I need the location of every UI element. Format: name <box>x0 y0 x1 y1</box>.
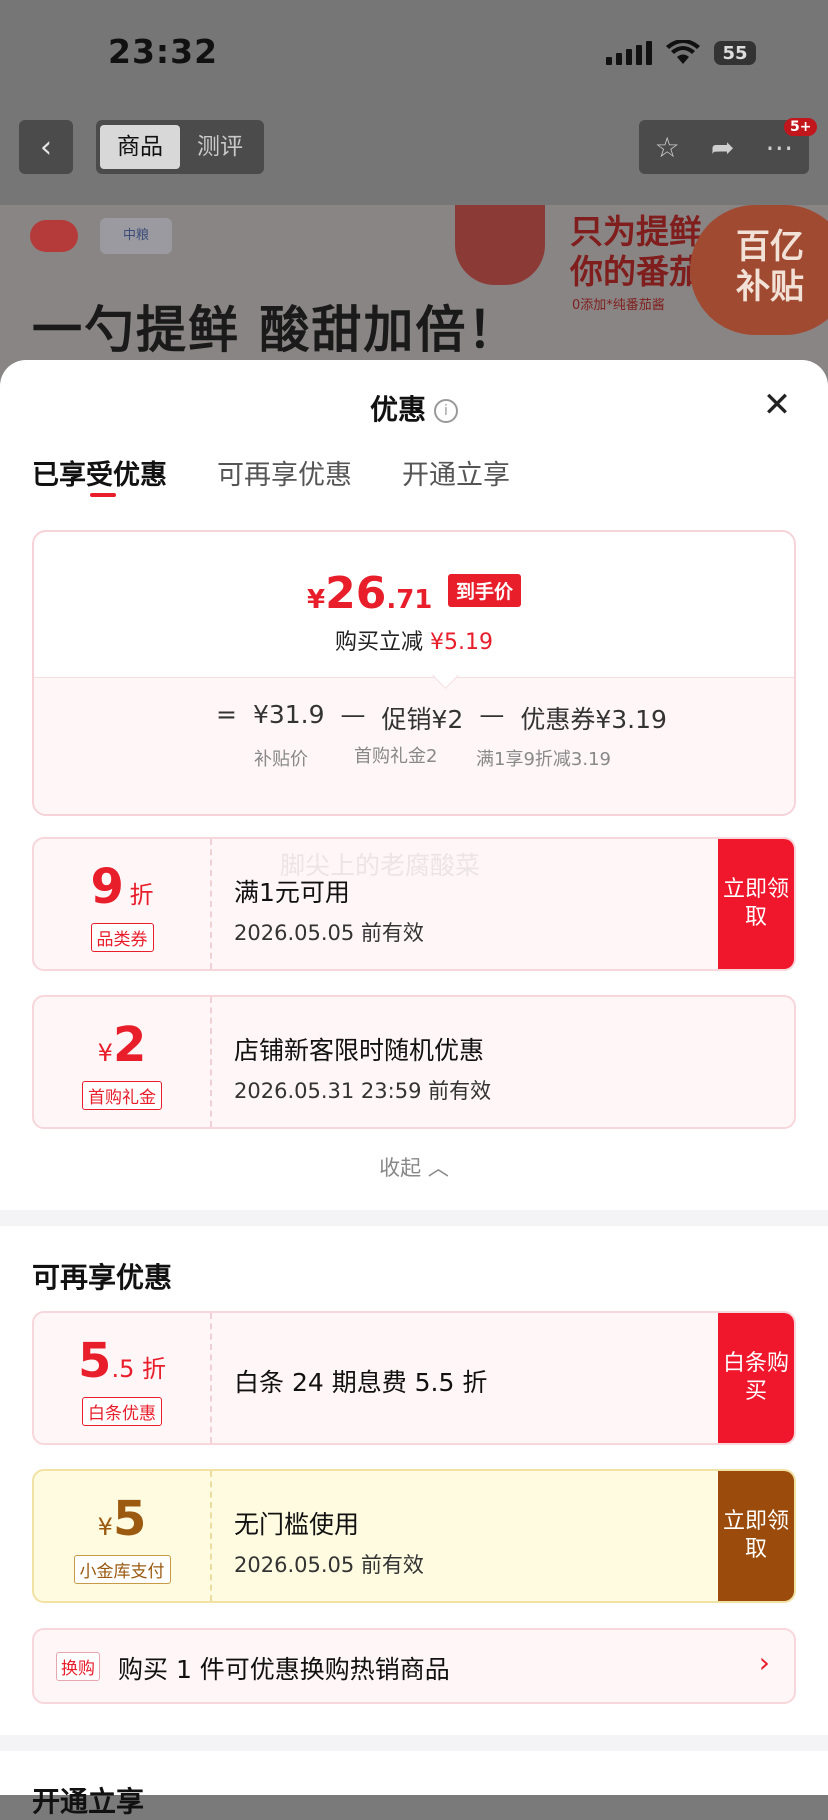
swap-deal-row[interactable]: 换购 购买 1 件可优惠换购热销商品 › <box>32 1628 796 1704</box>
banner-headline: 只为提鲜 你的番茄 <box>570 212 702 291</box>
tab-activate[interactable]: 开通立享 <box>402 453 510 492</box>
base-price-label: 补贴价 <box>254 749 308 770</box>
tab-review[interactable]: 测评 <box>180 125 260 169</box>
brand-logo <box>30 220 78 252</box>
coupon-amount: 5.5 折 <box>78 1333 166 1389</box>
subsidy-badge: 百亿 补贴 <box>690 205 828 335</box>
coupon-type-tag: 品类券 <box>90 923 154 952</box>
reduce-text: 购买立减 ¥5.19 <box>335 630 493 655</box>
status-icons: 55 <box>606 40 756 66</box>
coupon-amount: ¥2 <box>97 1017 147 1073</box>
coupon-type-tag: 白条优惠 <box>82 1397 162 1426</box>
header-tab-switch: 商品 测评 <box>96 120 264 174</box>
coupon-amount: ¥5 <box>97 1491 147 1547</box>
coupon-date: 2026.05.05 前有效 <box>234 1553 424 1577</box>
wifi-icon <box>666 40 700 64</box>
collapse-button[interactable]: 收起 ︿ <box>0 1152 828 1182</box>
swap-tag: 换购 <box>56 1652 100 1681</box>
tab-product[interactable]: 商品 <box>100 125 180 169</box>
final-price-tag: 到手价 <box>447 574 521 607</box>
discount-tabs: 已享受优惠 可再享优惠 开通立享 <box>32 453 510 497</box>
chevron-right-icon: › <box>758 1646 770 1679</box>
coupon-baitiao: 5.5 折 白条优惠 白条 24 期息费 5.5 折 白条购买 <box>32 1311 796 1445</box>
signal-icon <box>606 41 652 65</box>
final-price: ¥26.71 到手价 <box>34 568 794 619</box>
coupon-date: 2026.05.31 23:59 前有效 <box>234 1079 492 1103</box>
tab-enjoyed[interactable]: 已享受优惠 <box>32 453 167 497</box>
info-icon[interactable]: i <box>434 399 458 423</box>
status-time: 23:32 <box>108 32 219 71</box>
battery-icon: 55 <box>714 41 756 65</box>
star-icon[interactable]: ☆ <box>655 131 680 164</box>
section-title-activate: 开通立享 <box>32 1785 145 1818</box>
tomato-image <box>455 205 545 285</box>
section-divider <box>0 1210 828 1226</box>
close-icon: ✕ <box>762 385 792 425</box>
section-divider <box>0 1735 828 1751</box>
coupon-label: 满1享9折减3.19 <box>476 749 611 770</box>
banner-slogan: 一勺提鲜 酸甜加倍！ <box>32 301 520 359</box>
close-button[interactable]: ✕ <box>760 388 794 422</box>
message-badge: 5+ <box>784 118 818 136</box>
chevron-up-icon: ︿ <box>427 1156 449 1180</box>
coupon-type-tag: 首购礼金 <box>82 1081 162 1110</box>
coupon-type-tag: 小金库支付 <box>73 1555 171 1584</box>
coupon-title: 店铺新客限时随机优惠 <box>234 1036 485 1065</box>
price-card: ¥26.71 到手价 购买立减 ¥5.19 = ¥31.9 — 促销¥2 — 优… <box>32 530 796 816</box>
watermark: 脚尖上的老腐酸菜 <box>280 851 481 880</box>
cofco-logo: 中粮 <box>100 218 172 254</box>
tab-more[interactable]: 可再享优惠 <box>217 453 352 492</box>
banner-small-text: 0添加*纯番茄酱 <box>572 298 665 313</box>
chevron-left-icon: ‹ <box>40 129 52 165</box>
coupon-title: 无门槛使用 <box>234 1510 360 1539</box>
section-title-more: 可再享优惠 <box>32 1261 173 1294</box>
share-icon[interactable]: ➦ <box>711 131 734 164</box>
coupon-title: 白条 24 期息费 5.5 折 <box>234 1368 488 1397</box>
coupon-xiaojinku: ¥5 小金库支付 无门槛使用 2026.05.05 前有效 立即领取 <box>32 1469 796 1603</box>
claim-button[interactable]: 立即领取 <box>718 1471 794 1601</box>
promo-label: 首购礼金2 <box>354 746 438 767</box>
price-formula: = ¥31.9 — 促销¥2 — 优惠券¥3.19 <box>216 700 667 734</box>
coupon-amount: 9 折 <box>90 859 154 915</box>
baitiao-buy-button[interactable]: 白条购买 <box>718 1313 794 1443</box>
sheet-title: 优惠 i <box>0 388 828 428</box>
coupon-date: 2026.05.05 前有效 <box>234 921 424 945</box>
back-button[interactable]: ‹ <box>19 120 73 174</box>
claim-button[interactable]: 立即领取 <box>718 839 794 969</box>
coupon-first-purchase: ¥2 首购礼金 店铺新客限时随机优惠 2026.05.31 23:59 前有效 <box>32 995 796 1129</box>
swap-text: 购买 1 件可优惠换购热销商品 <box>118 1655 450 1684</box>
